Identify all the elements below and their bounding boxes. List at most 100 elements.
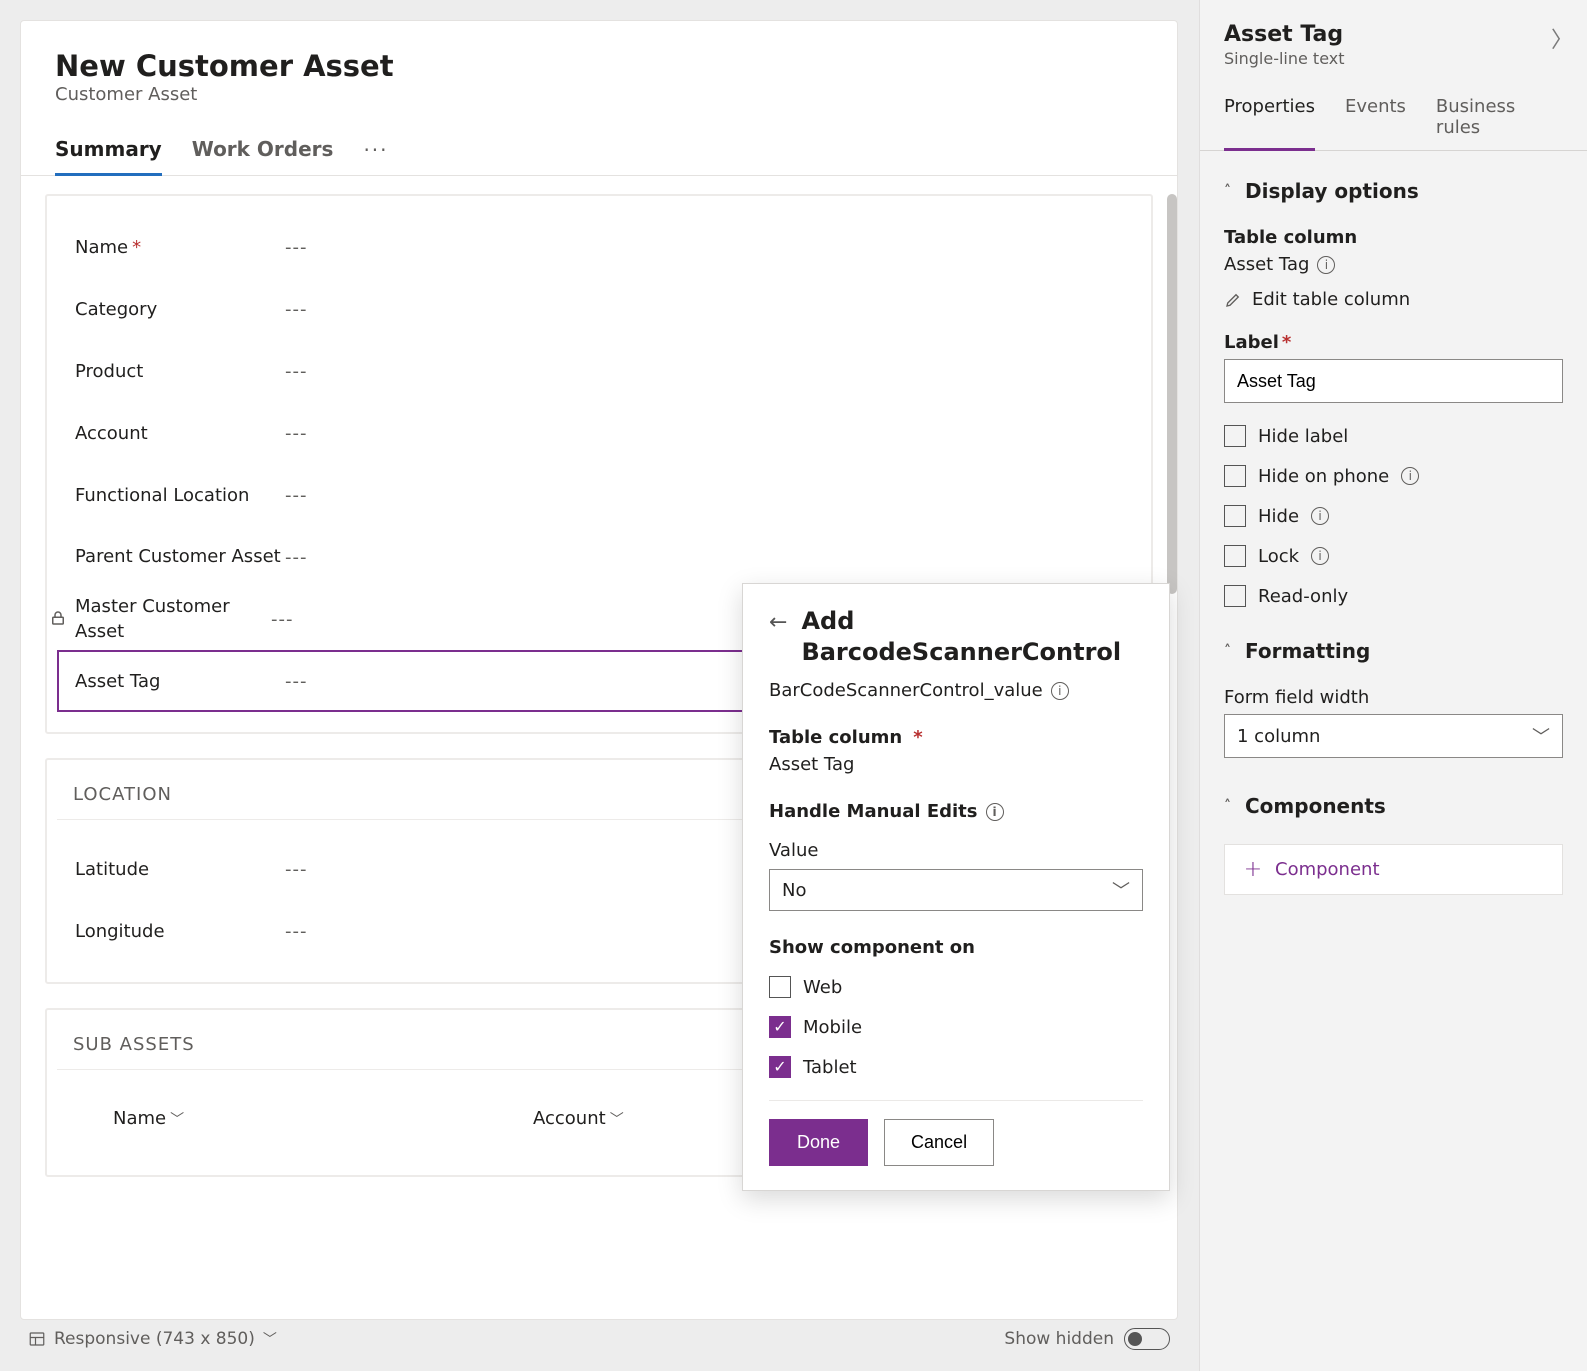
properties-body: ˄ Display options Table column Asset Tag… <box>1200 151 1587 909</box>
info-icon[interactable]: i <box>1401 467 1419 485</box>
check-web-label: Web <box>803 977 842 998</box>
layout-icon <box>28 1330 46 1348</box>
chevron-up-icon: ˄ <box>1224 643 1231 659</box>
field-name-value: --- <box>285 237 308 258</box>
field-parent-customer-asset[interactable]: Parent Customer Asset --- <box>57 526 1141 588</box>
field-account[interactable]: Account --- <box>57 402 1141 464</box>
accordion-formatting[interactable]: ˄ Formatting <box>1224 625 1563 677</box>
check-hide-text: Hide <box>1258 506 1299 527</box>
edit-table-column-link[interactable]: Edit table column <box>1224 289 1563 310</box>
vertical-scrollbar[interactable] <box>1167 194 1177 594</box>
column-name[interactable]: Name﹀ <box>113 1108 533 1129</box>
properties-title: Asset Tag <box>1224 22 1567 47</box>
info-icon[interactable]: i <box>1311 507 1329 525</box>
check-readonly-text: Read-only <box>1258 586 1348 607</box>
field-product-label: Product <box>75 361 285 382</box>
info-icon[interactable]: i <box>1317 256 1335 274</box>
chevron-down-icon: ﹀ <box>1532 723 1550 749</box>
field-parent-customer-asset-value: --- <box>285 547 308 568</box>
chevron-down-icon: ﹀ <box>263 1329 277 1349</box>
check-lock[interactable]: Lock i <box>1224 545 1563 567</box>
properties-header: Asset Tag Single-line text 〉 <box>1200 0 1587 76</box>
field-master-customer-asset-value: --- <box>271 609 294 630</box>
cancel-button[interactable]: Cancel <box>884 1119 994 1166</box>
plus-icon: + <box>1243 860 1263 880</box>
popover-title: Add BarcodeScannerControl <box>801 606 1121 668</box>
popover-actions: Done Cancel <box>769 1119 1143 1166</box>
field-latitude-label: Latitude <box>75 859 285 880</box>
chevron-down-icon: ﹀ <box>1112 877 1130 903</box>
check-web[interactable]: Web <box>769 976 1143 998</box>
check-hide-on-phone-text: Hide on phone <box>1258 466 1389 487</box>
field-product[interactable]: Product --- <box>57 340 1141 402</box>
label-field-label: Label* <box>1224 332 1563 353</box>
rp-tab-events[interactable]: Events <box>1345 96 1406 150</box>
check-readonly[interactable]: Read-only <box>1224 585 1563 607</box>
tab-summary[interactable]: Summary <box>55 137 162 175</box>
info-icon[interactable]: i <box>986 803 1004 821</box>
checkbox-icon <box>1224 465 1246 487</box>
check-tablet[interactable]: Tablet <box>769 1056 1143 1078</box>
responsive-size-label: Responsive (743 x 850) <box>54 1329 255 1349</box>
field-product-value: --- <box>285 361 308 382</box>
field-category[interactable]: Category --- <box>57 278 1141 340</box>
label-input[interactable] <box>1224 359 1563 403</box>
checkbox-icon <box>1224 425 1246 447</box>
checkbox-icon <box>1224 545 1246 567</box>
field-longitude-value: --- <box>285 921 308 942</box>
show-hidden-toggle[interactable]: Show hidden <box>1004 1328 1170 1350</box>
canvas-footer: Responsive (743 x 850) ﹀ Show hidden <box>20 1317 1178 1361</box>
check-hide-label[interactable]: Hide label <box>1224 425 1563 447</box>
checkbox-icon <box>769 976 791 998</box>
field-latitude-value: --- <box>285 859 308 880</box>
popover-manual-edits-label: Handle Manual Edits i <box>769 801 1143 822</box>
field-name[interactable]: Name* --- <box>57 216 1141 278</box>
properties-tabs: Properties Events Business rules <box>1200 76 1587 151</box>
done-button[interactable]: Done <box>769 1119 868 1166</box>
popover-value-select[interactable]: No ﹀ <box>769 869 1143 911</box>
info-icon[interactable]: i <box>1311 547 1329 565</box>
tab-work-orders[interactable]: Work Orders <box>192 137 334 175</box>
column-account[interactable]: Account﹀ <box>533 1108 713 1129</box>
collapse-panel-chevron-icon[interactable]: 〉 <box>1551 22 1573 54</box>
check-hide-on-phone[interactable]: Hide on phone i <box>1224 465 1563 487</box>
form-field-width-select[interactable]: 1 column ﹀ <box>1224 714 1563 758</box>
popover-subtitle: BarCodeScannerControl_value <box>769 680 1043 701</box>
popover-show-on-label: Show component on <box>769 937 1143 958</box>
accordion-display-options-label: Display options <box>1245 179 1419 203</box>
info-icon[interactable]: i <box>1051 682 1069 700</box>
check-hide-label-text: Hide label <box>1258 426 1348 447</box>
chevron-down-icon: ﹀ <box>170 1109 184 1129</box>
field-account-value: --- <box>285 423 308 444</box>
checkbox-checked-icon <box>769 1016 791 1038</box>
popover-table-column-value: Asset Tag <box>769 754 1143 775</box>
field-category-label: Category <box>75 299 285 320</box>
accordion-components[interactable]: ˄ Components <box>1224 780 1563 832</box>
field-functional-location-value: --- <box>285 485 308 506</box>
field-parent-customer-asset-label: Parent Customer Asset <box>75 544 285 569</box>
field-functional-location[interactable]: Functional Location --- <box>57 464 1141 526</box>
accordion-formatting-label: Formatting <box>1245 639 1370 663</box>
check-mobile[interactable]: Mobile <box>769 1016 1143 1038</box>
lock-icon <box>49 609 69 630</box>
field-account-label: Account <box>75 423 285 444</box>
table-column-label: Table column <box>1224 227 1563 248</box>
back-arrow-icon[interactable]: ← <box>769 610 787 635</box>
popover-value-selected: No <box>782 880 806 901</box>
checkbox-icon <box>1224 505 1246 527</box>
add-component-button[interactable]: + Component <box>1224 844 1563 895</box>
tab-overflow[interactable]: ··· <box>363 138 388 174</box>
properties-subtype: Single-line text <box>1224 49 1567 68</box>
chevron-up-icon: ˄ <box>1224 798 1231 814</box>
responsive-size-picker[interactable]: Responsive (743 x 850) ﹀ <box>28 1329 277 1349</box>
chevron-up-icon: ˄ <box>1224 183 1231 199</box>
rp-tab-business-rules[interactable]: Business rules <box>1436 96 1563 150</box>
toggle-switch[interactable] <box>1124 1328 1170 1350</box>
check-hide[interactable]: Hide i <box>1224 505 1563 527</box>
table-column-value: Asset Tag i <box>1224 254 1563 275</box>
popover-value-label: Value <box>769 840 1143 861</box>
rp-tab-properties[interactable]: Properties <box>1224 96 1315 150</box>
divider <box>769 1100 1143 1101</box>
form-tabs: Summary Work Orders ··· <box>21 111 1177 176</box>
accordion-display-options[interactable]: ˄ Display options <box>1224 165 1563 217</box>
